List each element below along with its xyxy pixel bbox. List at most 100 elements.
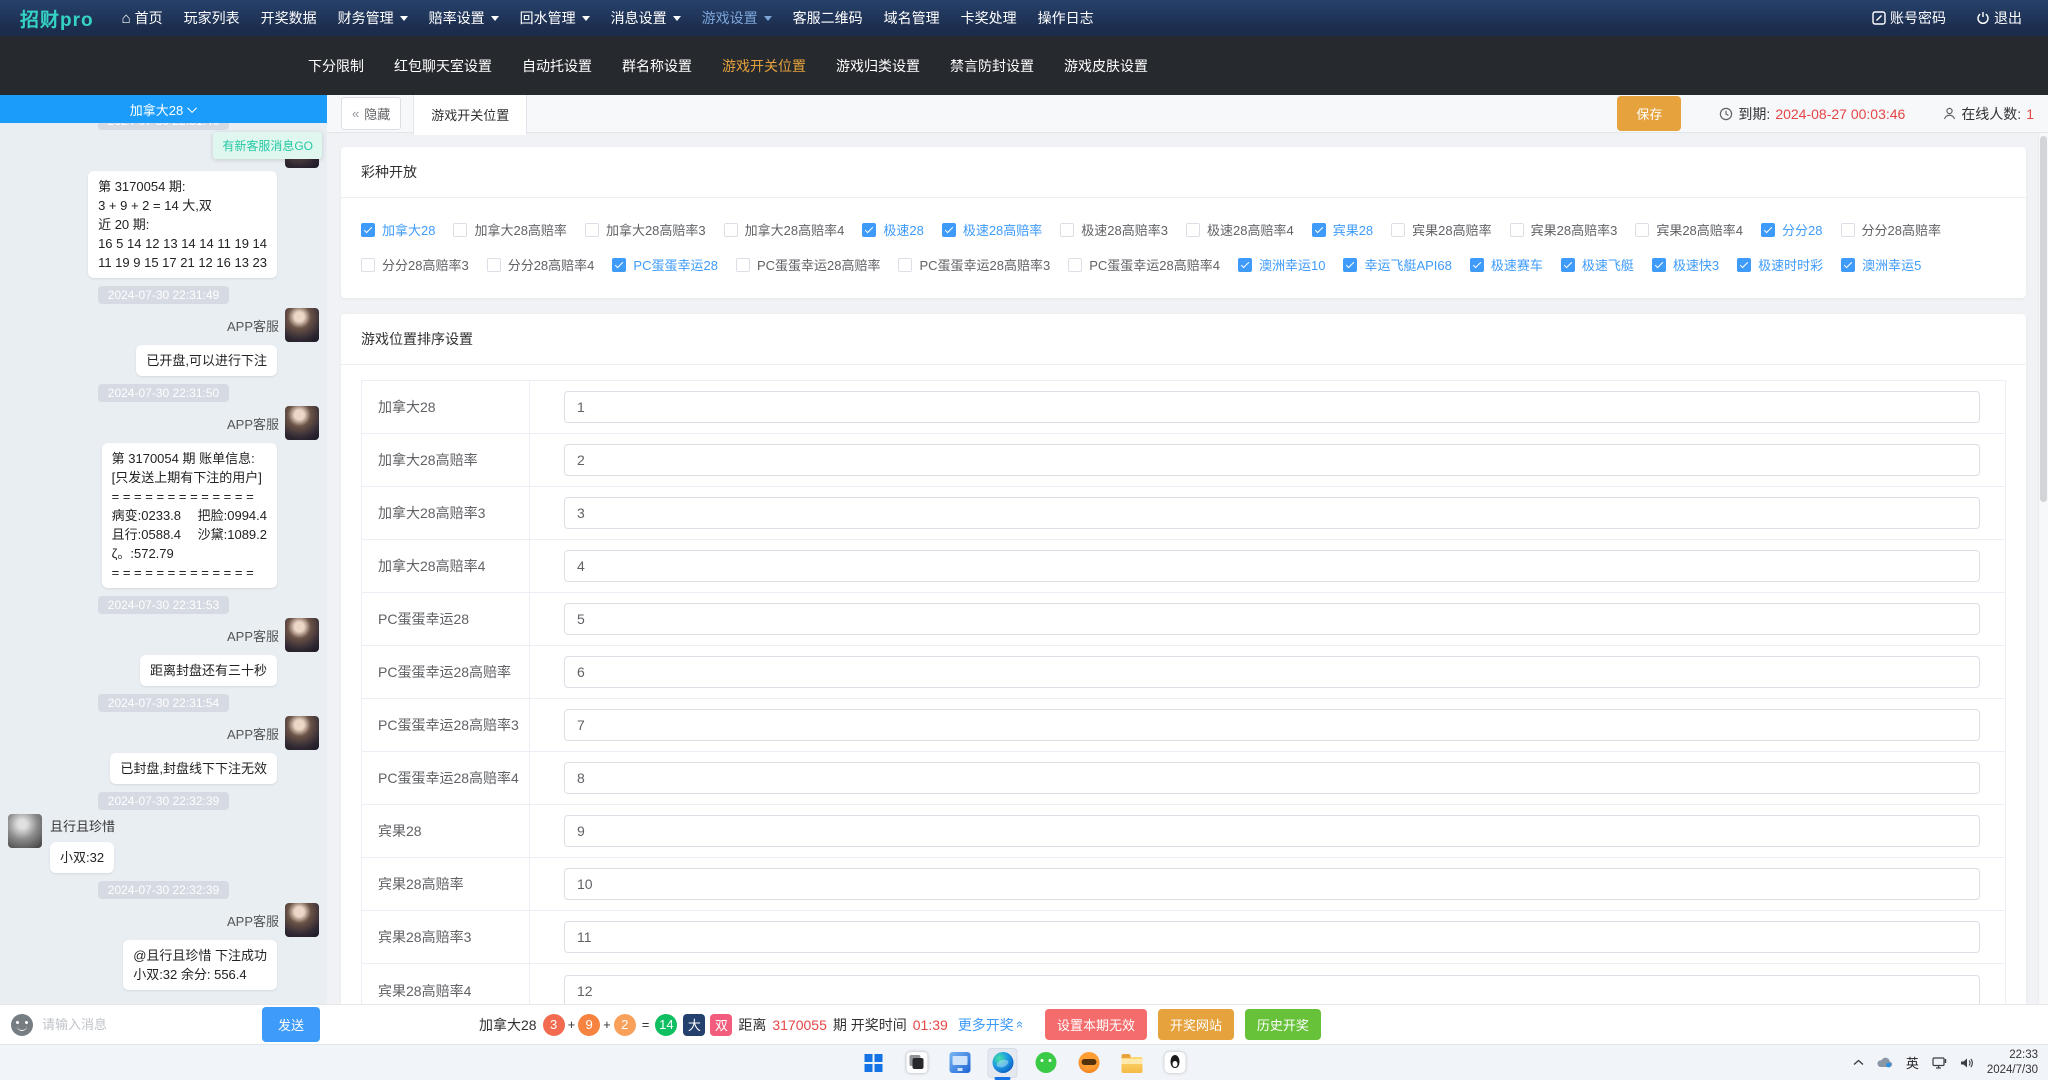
lottery-checkbox[interactable]: 分分28高赔率3 — [361, 255, 469, 274]
topnav-item[interactable]: ⌂ 首页 — [122, 8, 163, 28]
lottery-checkbox[interactable]: 加拿大28高赔率3 — [585, 220, 706, 239]
lottery-checkbox-label: 加拿大28 — [382, 220, 435, 239]
lottery-checkbox[interactable]: 宾果28 — [1312, 220, 1373, 239]
sort-order-input[interactable] — [564, 550, 1980, 582]
status-action-button[interactable]: 开奖网站 — [1158, 1009, 1234, 1040]
lottery-checkbox[interactable]: 极速时时彩 — [1737, 255, 1823, 274]
sort-order-input[interactable] — [564, 921, 1980, 953]
lottery-checkbox[interactable]: 极速赛车 — [1470, 255, 1543, 274]
topnav-item-label: 财务管理 — [338, 8, 394, 28]
chat-room-selector[interactable]: 加拿大28 — [0, 95, 327, 123]
new-message-toast[interactable]: 有新客服消息GO — [213, 132, 322, 159]
emoji-icon[interactable] — [11, 1014, 33, 1036]
subnav-item[interactable]: 红包聊天室设置 — [388, 52, 498, 80]
cloud-sync-icon[interactable] — [1877, 1057, 1893, 1068]
lottery-checkbox-label: 极速28高赔率 — [963, 220, 1042, 239]
lottery-checkbox[interactable]: PC蛋蛋幸运28高赔率 — [736, 255, 881, 274]
taskbar-app[interactable] — [859, 1048, 889, 1078]
chevron-up-icon[interactable] — [1853, 1059, 1864, 1066]
topnav-item[interactable]: ⌂ 赔率设置 — [429, 8, 499, 28]
sort-order-input[interactable] — [564, 868, 1980, 900]
lottery-checkbox[interactable]: 宾果28高赔率4 — [1635, 220, 1743, 239]
topnav-item[interactable]: ⌂ 财务管理 — [338, 8, 408, 28]
sort-order-input[interactable] — [564, 815, 1980, 847]
sort-order-input[interactable] — [564, 709, 1980, 741]
topnav-item[interactable]: ⌂ 开奖数据 — [261, 8, 317, 28]
lottery-checkbox[interactable]: 极速28 — [862, 220, 923, 239]
topnav-item[interactable]: ⌂ 域名管理 — [884, 8, 940, 28]
hide-sidebar-button[interactable]: « 隐藏 — [341, 97, 401, 130]
topnav-item[interactable]: ⌂ 玩家列表 — [184, 8, 240, 28]
clock-icon — [1719, 107, 1733, 121]
subnav-item[interactable]: 自动托设置 — [516, 52, 598, 80]
checkbox-icon — [1510, 223, 1524, 237]
input-language-indicator[interactable]: 英 — [1906, 1053, 1919, 1072]
table-row: 加拿大28高赔率 — [362, 434, 2005, 487]
sort-order-input[interactable] — [564, 656, 1980, 688]
topnav-item[interactable]: ⌂ 消息设置 — [611, 8, 681, 28]
sort-order-input[interactable] — [564, 444, 1980, 476]
lottery-checkbox[interactable]: PC蛋蛋幸运28高赔率3 — [898, 255, 1050, 274]
lottery-checkbox[interactable]: 宾果28高赔率 — [1391, 220, 1491, 239]
taskbar-app[interactable] — [1117, 1048, 1147, 1078]
vertical-scrollbar[interactable] — [2038, 133, 2048, 1004]
taskbar-app[interactable] — [1160, 1048, 1190, 1078]
taskbar-app[interactable] — [988, 1048, 1018, 1078]
lottery-checkbox[interactable]: PC蛋蛋幸运28高赔率4 — [1068, 255, 1220, 274]
sort-order-input[interactable] — [564, 497, 1980, 529]
lottery-checkbox[interactable]: 分分28高赔率 — [1841, 220, 1941, 239]
lottery-checkbox[interactable]: PC蛋蛋幸运28 — [612, 255, 718, 274]
sort-order-input[interactable] — [564, 391, 1980, 423]
taskbar-clock[interactable]: 22:33 2024/7/30 — [1987, 1048, 2038, 1078]
topnav-item[interactable]: ⌂ 游戏设置 — [702, 8, 772, 28]
avatar — [285, 903, 319, 937]
lottery-checkbox[interactable]: 加拿大28高赔率 — [453, 220, 566, 239]
taskbar-app[interactable] — [902, 1048, 932, 1078]
lottery-checkbox[interactable]: 加拿大28高赔率4 — [724, 220, 845, 239]
chat-message-input[interactable] — [42, 1017, 253, 1032]
network-icon[interactable] — [1932, 1057, 1947, 1069]
send-button[interactable]: 发送 — [262, 1007, 320, 1042]
account-password-button[interactable]: 账号密码 — [1872, 8, 1946, 28]
lottery-checkbox[interactable]: 极速快3 — [1652, 255, 1719, 274]
topnav-item[interactable]: ⌂ 回水管理 — [520, 8, 590, 28]
lottery-checkbox[interactable]: 分分28 — [1761, 220, 1822, 239]
subnav-item[interactable]: 下分限制 — [302, 52, 370, 80]
checkbox-icon — [361, 258, 375, 272]
topnav-item[interactable]: ⌂ 客服二维码 — [793, 8, 863, 28]
message-header: APP客服 — [8, 903, 319, 937]
edit-icon — [1872, 11, 1886, 25]
taskbar-app[interactable] — [1074, 1048, 1104, 1078]
lottery-checkbox-label: PC蛋蛋幸运28高赔率 — [757, 255, 881, 274]
subnav-item[interactable]: 游戏归类设置 — [830, 52, 926, 80]
lottery-checkbox[interactable]: 幸运飞艇API68 — [1343, 255, 1451, 274]
tab-game-switch-position[interactable]: 游戏开关位置 — [413, 95, 527, 135]
logout-button[interactable]: 退出 — [1976, 8, 2022, 28]
topnav-item[interactable]: ⌂ 操作日志 — [1038, 8, 1094, 28]
subnav-item[interactable]: 游戏皮肤设置 — [1058, 52, 1154, 80]
lottery-checkbox[interactable]: 极速28高赔率 — [942, 220, 1042, 239]
lottery-checkbox[interactable]: 极速飞艇 — [1561, 255, 1634, 274]
save-button[interactable]: 保存 — [1617, 96, 1681, 131]
lottery-checkbox[interactable]: 极速28高赔率4 — [1186, 220, 1294, 239]
subnav-item[interactable]: 禁言防封设置 — [944, 52, 1040, 80]
taskbar-app[interactable] — [945, 1048, 975, 1078]
sort-order-input[interactable] — [564, 975, 1980, 1005]
volume-icon[interactable] — [1960, 1057, 1974, 1069]
lottery-checkbox[interactable]: 澳洲幸运5 — [1841, 255, 1921, 274]
status-action-button[interactable]: 设置本期无效 — [1045, 1009, 1147, 1040]
lottery-checkbox[interactable]: 宾果28高赔率3 — [1510, 220, 1618, 239]
scrollbar-thumb[interactable] — [2040, 136, 2047, 502]
topnav-item[interactable]: ⌂ 卡奖处理 — [961, 8, 1017, 28]
subnav-item[interactable]: 游戏开关位置 — [716, 52, 812, 80]
taskbar-app[interactable] — [1031, 1048, 1061, 1078]
lottery-checkbox[interactable]: 加拿大28 — [361, 220, 435, 239]
sort-order-input[interactable] — [564, 603, 1980, 635]
lottery-checkbox[interactable]: 澳洲幸运10 — [1238, 255, 1325, 274]
subnav-item[interactable]: 群名称设置 — [616, 52, 698, 80]
more-draws-link[interactable]: 更多开奖 — [958, 1015, 1024, 1035]
status-action-button[interactable]: 历史开奖 — [1245, 1009, 1321, 1040]
lottery-checkbox[interactable]: 分分28高赔率4 — [487, 255, 595, 274]
sort-order-input[interactable] — [564, 762, 1980, 794]
lottery-checkbox[interactable]: 极速28高赔率3 — [1060, 220, 1168, 239]
